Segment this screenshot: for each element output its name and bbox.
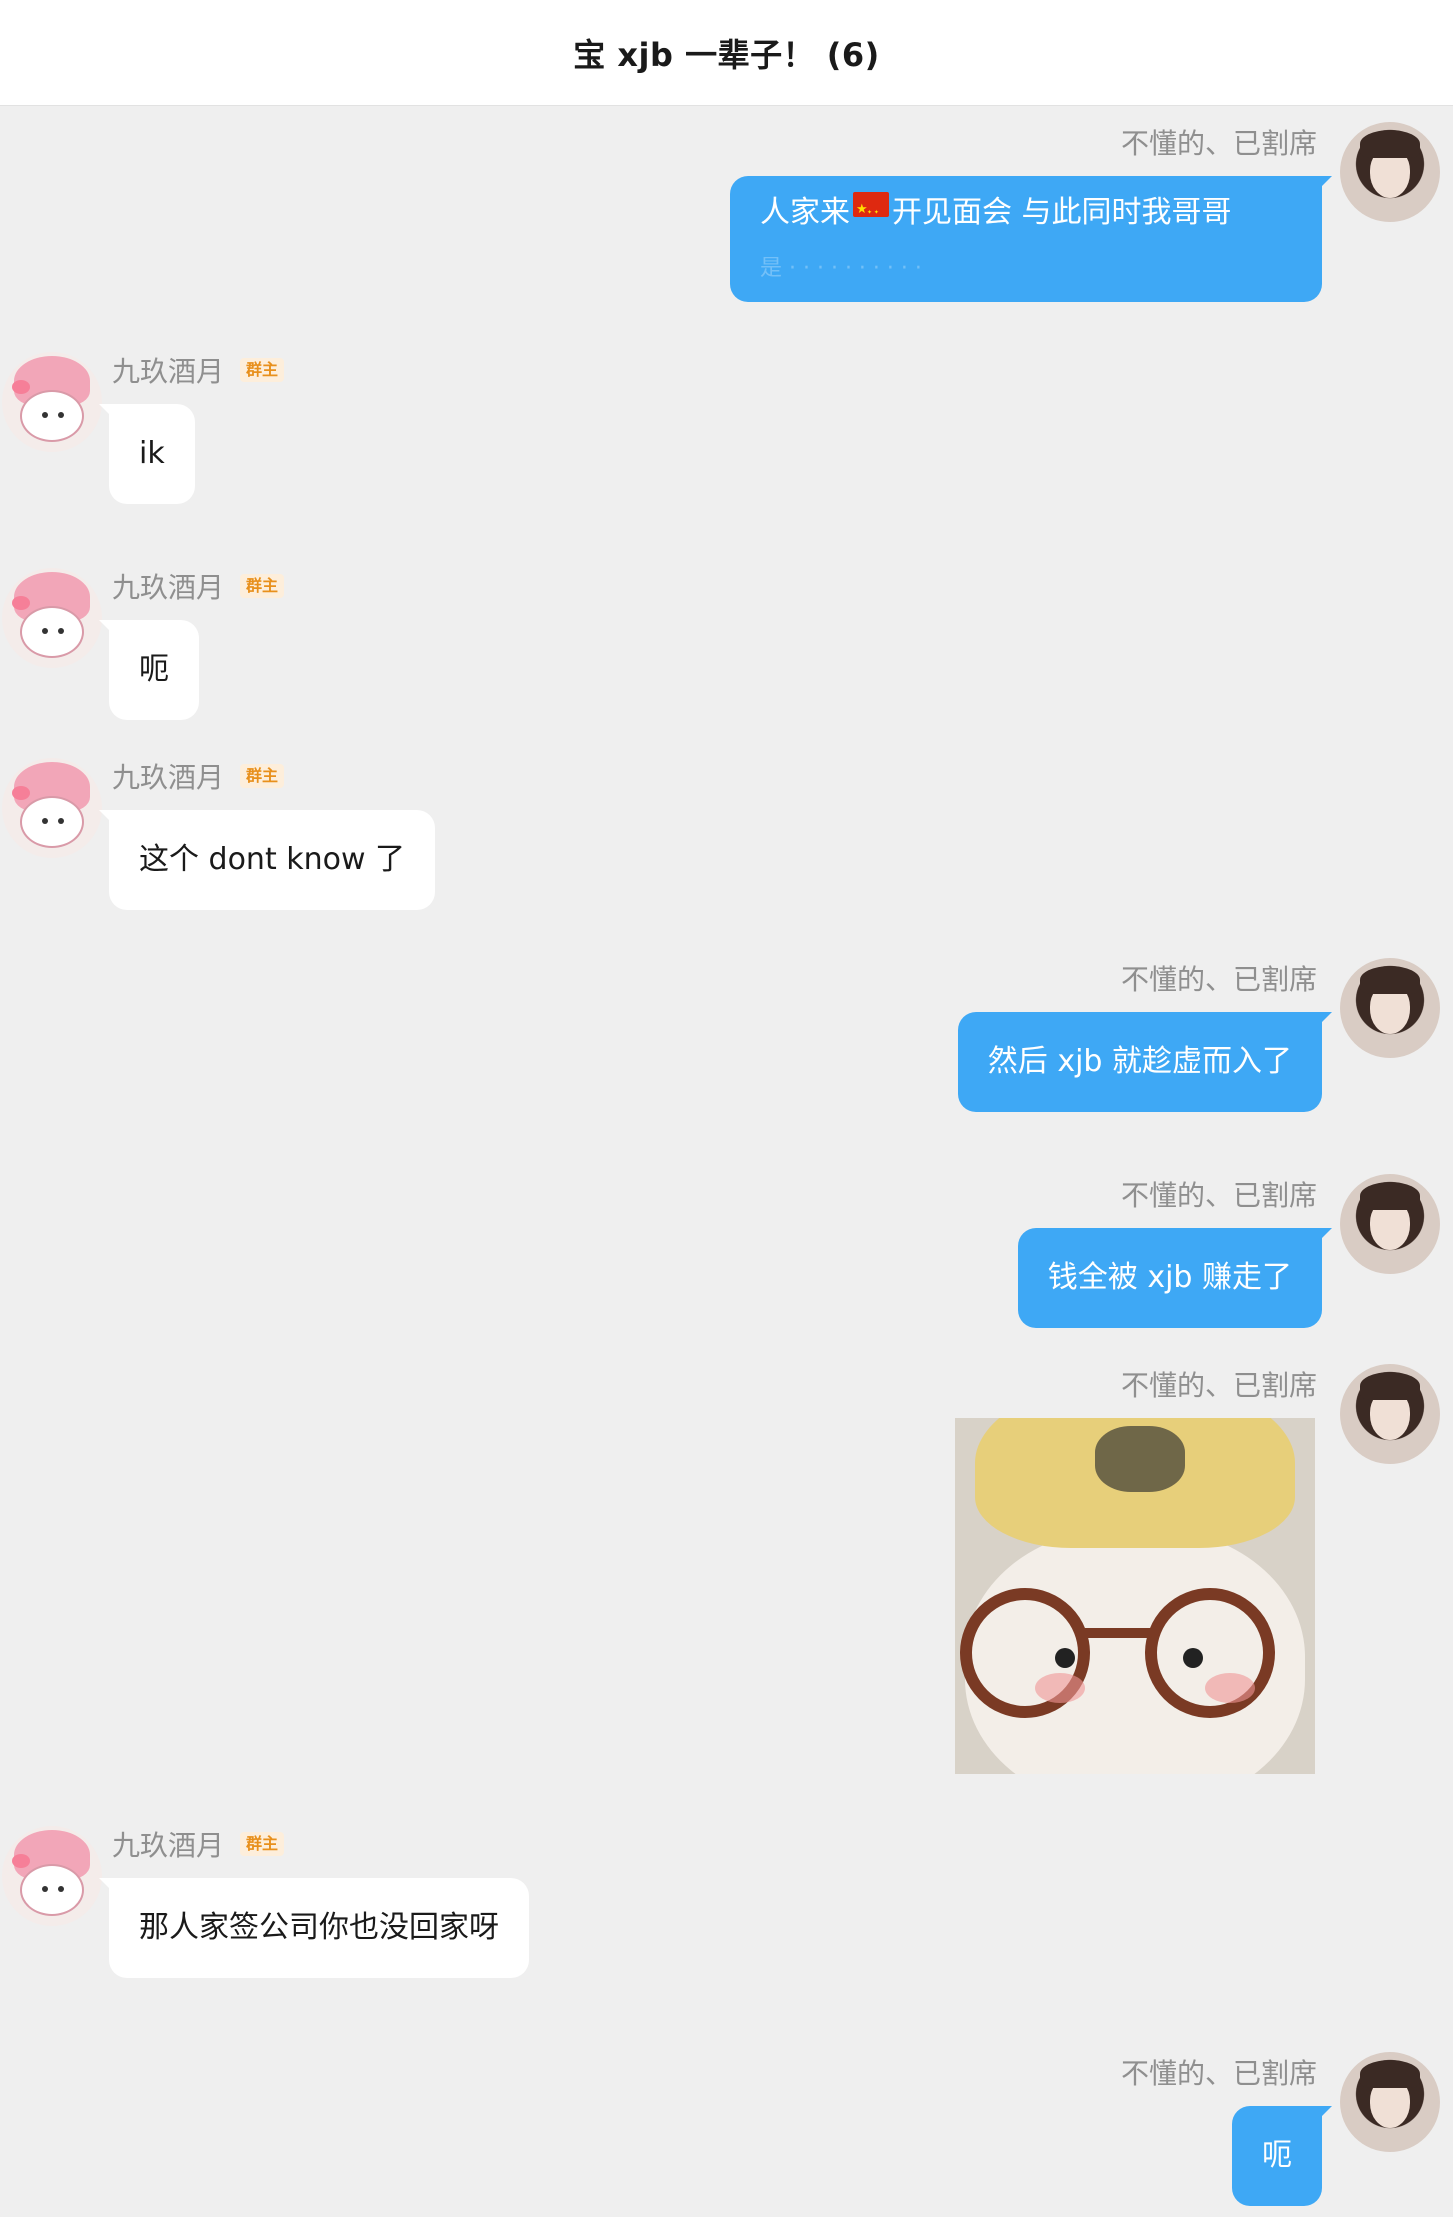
sticker-blush xyxy=(1035,1673,1085,1703)
eye xyxy=(58,628,64,634)
my-melody-face xyxy=(20,796,84,848)
bow-icon xyxy=(12,596,30,610)
sender-name: 不懂的、已割席 xyxy=(1120,1369,1317,1402)
plush-doll-with-glasses-sticker[interactable] xyxy=(955,1418,1315,1774)
group-title[interactable]: 宝 xjb 一辈子！ (6) xyxy=(573,30,879,76)
glasses-lens xyxy=(1145,1588,1275,1718)
my-melody-face xyxy=(20,390,84,442)
their-avatar[interactable] xyxy=(2,758,102,858)
my-avatar[interactable] xyxy=(1340,1364,1440,1464)
message-bubble[interactable]: 这个 dont know 了 xyxy=(98,810,436,910)
their-avatar[interactable] xyxy=(2,352,102,452)
sender-name: 不懂的、已割席 xyxy=(1120,963,1317,996)
china-flag-icon xyxy=(853,189,889,234)
message-bubble[interactable]: 人家来 开见面会 与此同时我哥哥 是 · · · · · · · · · · xyxy=(730,176,1332,302)
my-avatar[interactable] xyxy=(1340,122,1440,222)
their-avatar[interactable] xyxy=(2,568,102,668)
owner-badge: 群主 xyxy=(240,1832,285,1856)
sender-name: 不懂的、已割席 xyxy=(1120,127,1317,160)
faded-text: 是 · · · · · · · · · · xyxy=(760,256,922,281)
glasses-bridge xyxy=(1085,1628,1151,1638)
my-melody-face xyxy=(20,1864,84,1916)
chat-header: 宝 xjb 一辈子！ (6) xyxy=(0,0,1453,106)
message-bubble[interactable]: 呃 xyxy=(1232,2106,1332,2206)
sender-name-text: 九玖酒月 xyxy=(112,1829,225,1862)
sender-name: 九玖酒月 群主 xyxy=(112,355,285,388)
message-text: 那人家签公司你也没回家呀 xyxy=(139,1910,499,1945)
sender-name-text: 九玖酒月 xyxy=(112,571,225,604)
eye xyxy=(42,1886,48,1892)
my-avatar[interactable] xyxy=(1340,958,1440,1058)
message-text-part: 人家来 xyxy=(760,195,850,230)
message-text: 然后 xjb 就趁虚而入了 xyxy=(987,1044,1292,1079)
their-avatar[interactable] xyxy=(2,1826,102,1926)
sender-name: 九玖酒月 群主 xyxy=(112,571,285,604)
sender-name-text: 九玖酒月 xyxy=(112,761,225,794)
owner-badge: 群主 xyxy=(240,358,285,382)
bow-icon xyxy=(12,1854,30,1868)
sender-name-text: 九玖酒月 xyxy=(112,355,225,388)
my-avatar[interactable] xyxy=(1340,2052,1440,2152)
sticker-hat-patch xyxy=(1095,1426,1185,1492)
sender-name: 不懂的、已割席 xyxy=(1120,1179,1317,1212)
message-bubble[interactable]: 呃 xyxy=(99,620,199,720)
bow-icon xyxy=(12,380,30,394)
eye xyxy=(42,818,48,824)
message-text: 呃 xyxy=(1262,2138,1292,2173)
sticker-eye xyxy=(1055,1648,1075,1668)
eye xyxy=(58,818,64,824)
message-text: 这个 dont know 了 xyxy=(139,842,406,877)
message-text: ik xyxy=(139,436,165,471)
message-bubble[interactable]: 然后 xjb 就趁虚而入了 xyxy=(957,1012,1333,1112)
message-bubble[interactable]: 钱全被 xjb 赚走了 xyxy=(1017,1228,1333,1328)
message-bubble[interactable]: ik xyxy=(99,404,195,504)
eye xyxy=(58,412,64,418)
eye xyxy=(42,628,48,634)
sticker-blush xyxy=(1205,1673,1255,1703)
eye xyxy=(42,412,48,418)
sender-name: 九玖酒月 群主 xyxy=(112,761,285,794)
owner-badge: 群主 xyxy=(240,574,285,598)
message-bubble[interactable]: 那人家签公司你也没回家呀 xyxy=(99,1878,529,1978)
message-text-part: 开见面会 与此同时我哥哥 xyxy=(892,195,1232,230)
message-text: 呃 xyxy=(139,652,169,687)
bow-icon xyxy=(12,786,30,800)
message-text: 钱全被 xjb 赚走了 xyxy=(1047,1260,1292,1295)
my-melody-face xyxy=(20,606,84,658)
sender-name: 不懂的、已割席 xyxy=(1120,2057,1317,2090)
eye xyxy=(58,1886,64,1892)
my-avatar[interactable] xyxy=(1340,1174,1440,1274)
sticker-eye xyxy=(1183,1648,1203,1668)
sender-name: 九玖酒月 群主 xyxy=(112,1829,285,1862)
owner-badge: 群主 xyxy=(240,764,285,788)
